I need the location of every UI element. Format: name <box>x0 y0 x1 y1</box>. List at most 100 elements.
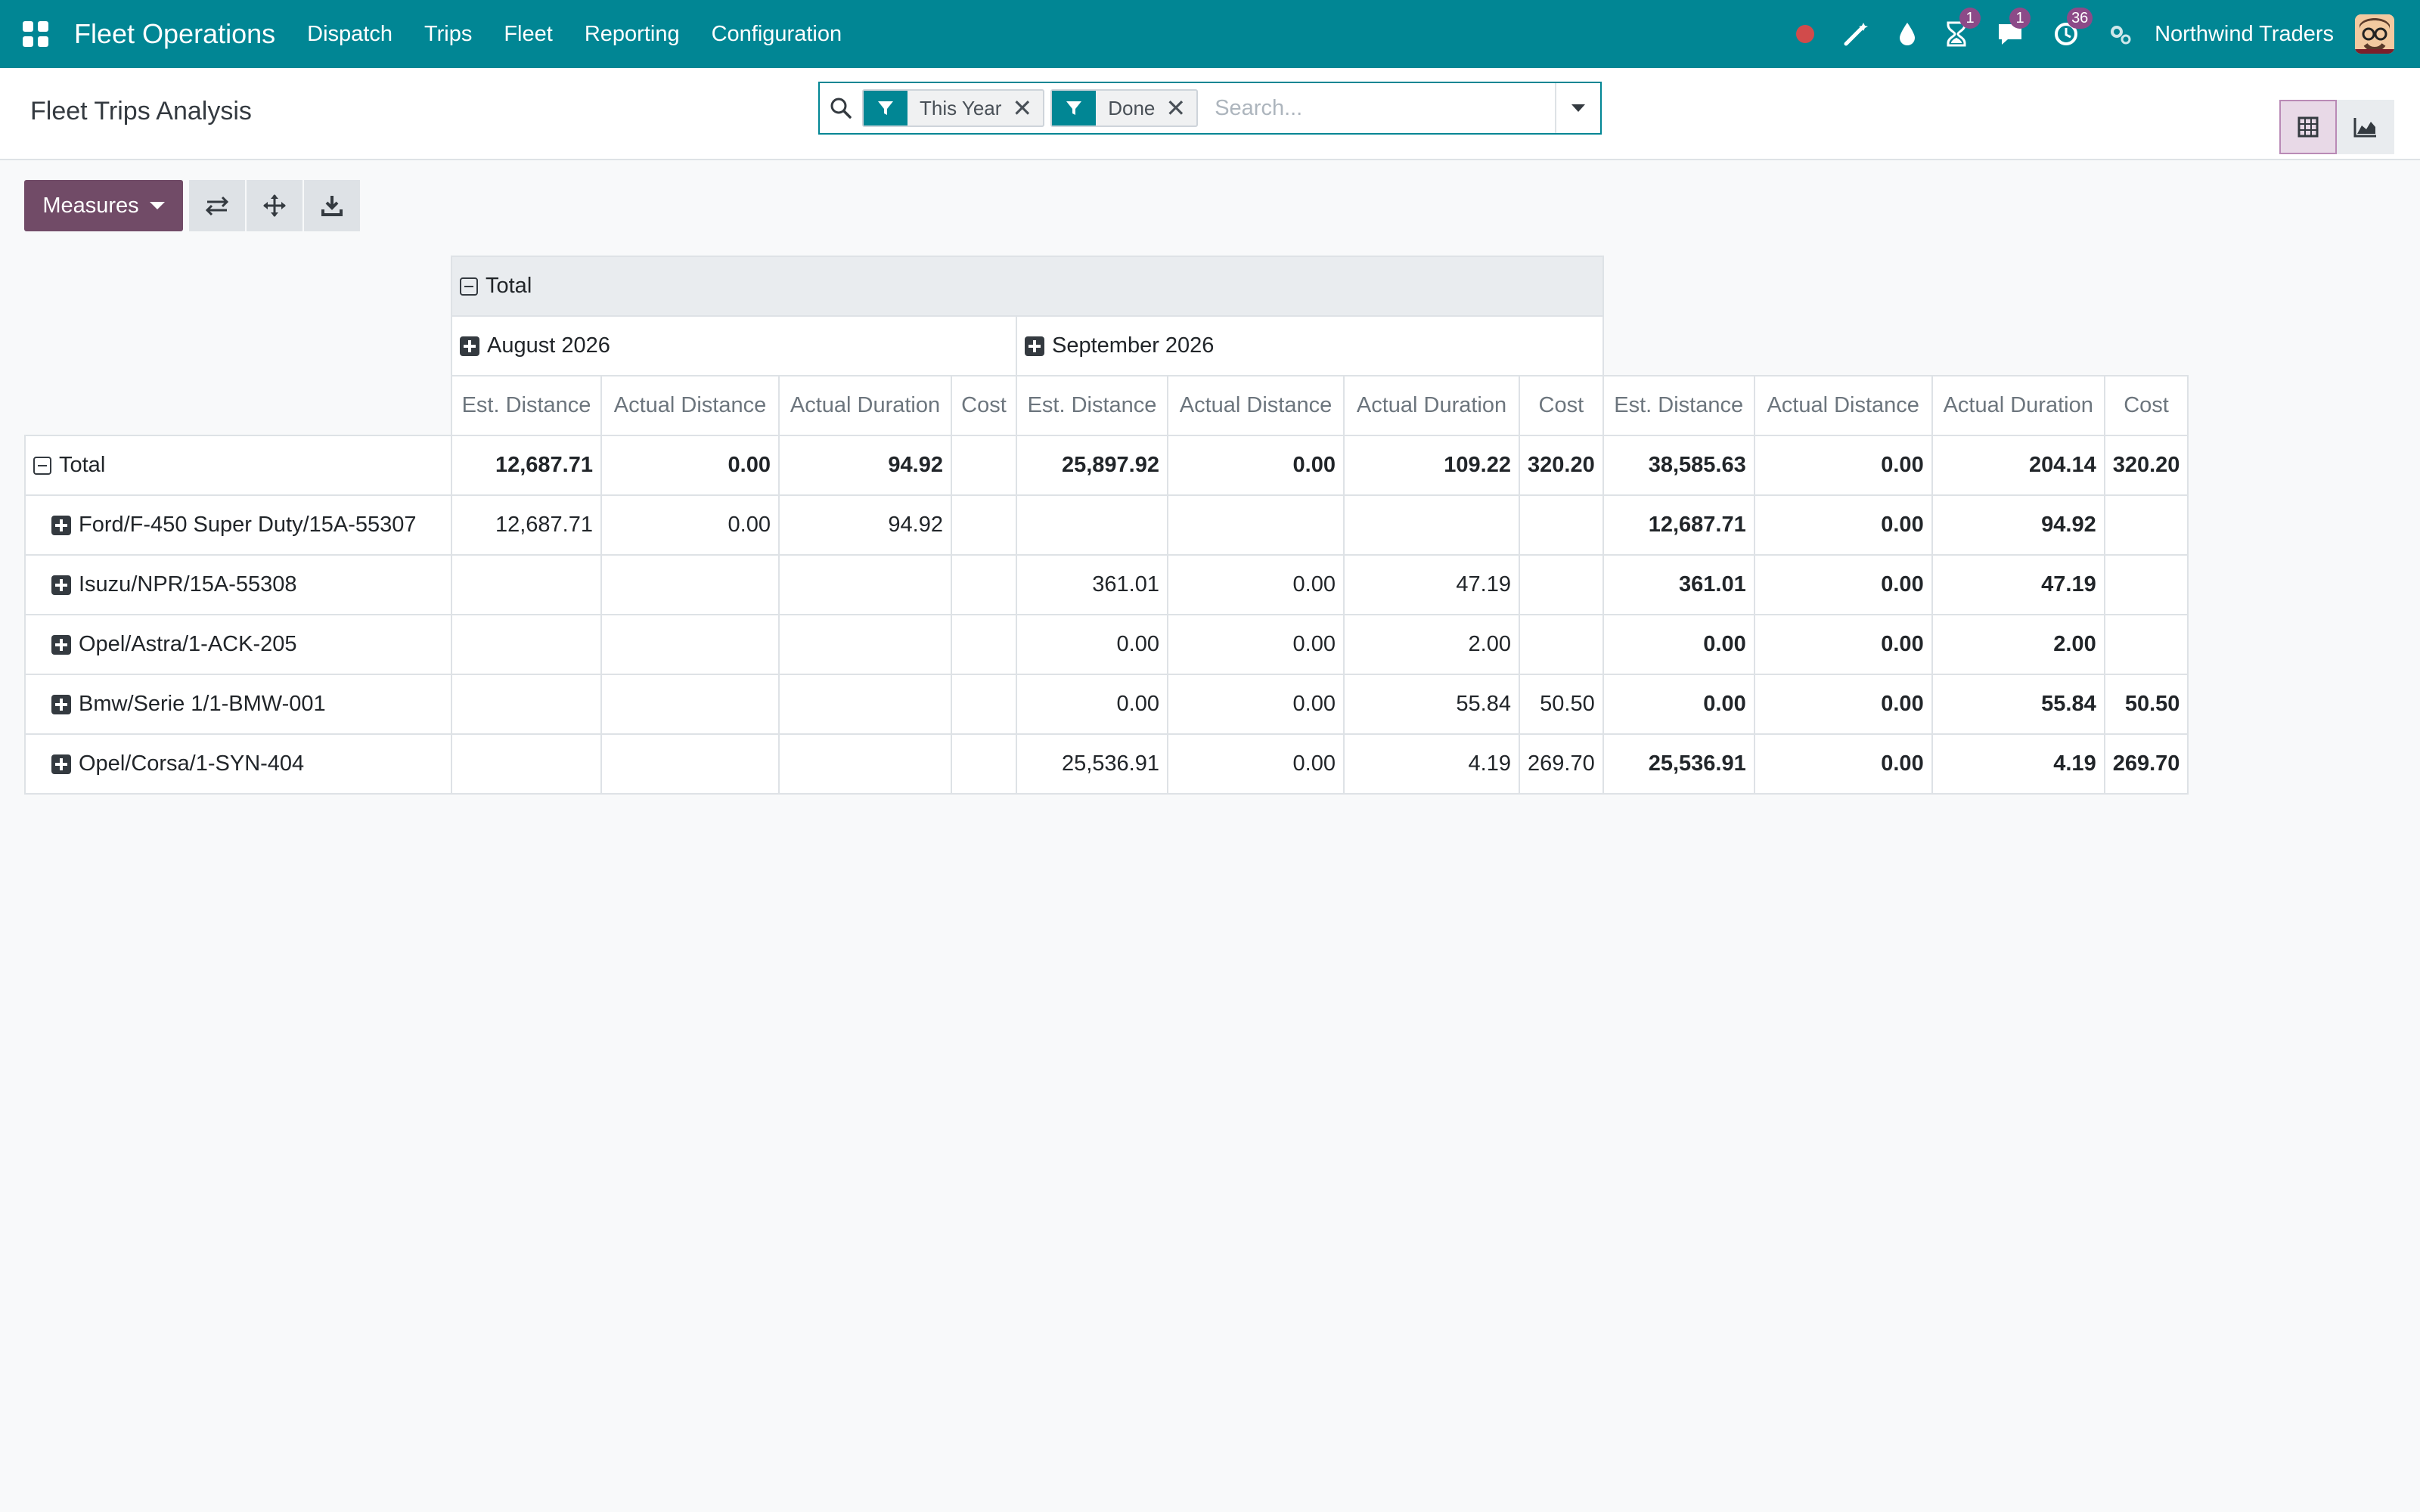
cell-value[interactable] <box>451 614 602 675</box>
row-header[interactable]: Bmw/Serie 1/1-BMW-001 <box>24 674 452 735</box>
cell-value[interactable]: 2.00 <box>1931 614 2105 675</box>
menu-fleet[interactable]: Fleet <box>504 22 552 47</box>
cell-value[interactable]: 4.19 <box>1343 733 1520 795</box>
menu-trips[interactable]: Trips <box>424 22 472 47</box>
row-header[interactable]: Ford/F-450 Super Duty/15A-55307 <box>24 494 452 556</box>
cell-value[interactable]: 0.00 <box>1753 733 1933 795</box>
cell-value[interactable]: 12,687.71 <box>1602 494 1755 556</box>
cell-value[interactable]: 0.00 <box>1753 674 1933 735</box>
col-header-september[interactable]: September 2026 <box>1016 315 1604 376</box>
search-input[interactable] <box>1204 85 1555 131</box>
measure-header[interactable]: Actual Distance <box>1167 375 1345 436</box>
cell-value[interactable]: 0.00 <box>1167 674 1345 735</box>
cell-value[interactable]: 0.00 <box>1753 614 1933 675</box>
cell-value[interactable]: 0.00 <box>1016 614 1168 675</box>
cell-value[interactable]: 0.00 <box>1167 733 1345 795</box>
measure-header[interactable]: Est. Distance <box>451 375 602 436</box>
cell-value[interactable] <box>1519 614 1604 675</box>
hourglass-icon[interactable]: 1 <box>1946 8 1981 47</box>
cell-value[interactable]: 94.92 <box>1931 494 2105 556</box>
cell-value[interactable]: 25,536.91 <box>1016 733 1168 795</box>
cell-value[interactable]: 361.01 <box>1016 554 1168 615</box>
cell-value[interactable] <box>1519 494 1604 556</box>
cell-value[interactable] <box>951 674 1017 735</box>
cell-value[interactable] <box>951 554 1017 615</box>
cell-value[interactable]: 0.00 <box>600 494 780 556</box>
cell-value[interactable] <box>2103 494 2189 556</box>
cell-value[interactable]: 50.50 <box>1519 674 1604 735</box>
col-header-total[interactable]: Total <box>451 256 1604 317</box>
cell-value[interactable]: 12,687.71 <box>451 494 602 556</box>
cell-value[interactable]: 38,585.63 <box>1602 435 1755 496</box>
cell-value[interactable]: 12,687.71 <box>451 435 602 496</box>
cell-value[interactable] <box>1519 554 1604 615</box>
cell-value[interactable] <box>778 733 952 795</box>
menu-configuration[interactable]: Configuration <box>712 22 842 47</box>
cell-value[interactable]: 55.84 <box>1931 674 2105 735</box>
cell-value[interactable] <box>951 435 1017 496</box>
col-header-august[interactable]: August 2026 <box>451 315 1017 376</box>
cell-value[interactable] <box>600 674 780 735</box>
menu-dispatch[interactable]: Dispatch <box>307 22 392 47</box>
cell-value[interactable]: 50.50 <box>2103 674 2189 735</box>
settings-icon[interactable] <box>2108 21 2133 47</box>
cell-value[interactable]: 0.00 <box>1753 435 1933 496</box>
record-icon[interactable] <box>1796 25 1815 43</box>
cell-value[interactable]: 0.00 <box>1016 674 1168 735</box>
cell-value[interactable] <box>951 733 1017 795</box>
cell-value[interactable]: 0.00 <box>1753 554 1933 615</box>
company-switcher[interactable]: Northwind Traders <box>2155 22 2334 47</box>
measure-header[interactable]: Est. Distance <box>1016 375 1168 436</box>
measure-header[interactable]: Actual Distance <box>1753 375 1933 436</box>
drop-icon[interactable] <box>1897 21 1917 47</box>
cell-value[interactable]: 47.19 <box>1343 554 1520 615</box>
cell-value[interactable]: 2.00 <box>1343 614 1520 675</box>
facet-remove-icon[interactable]: ✕ <box>1165 96 1196 120</box>
cell-value[interactable]: 0.00 <box>600 435 780 496</box>
cell-value[interactable] <box>951 494 1017 556</box>
search-bar[interactable]: This Year ✕ Done ✕ <box>818 82 1602 135</box>
cell-value[interactable] <box>600 554 780 615</box>
cell-value[interactable]: 0.00 <box>1167 435 1345 496</box>
cell-value[interactable]: 269.70 <box>2103 733 2189 795</box>
cell-value[interactable]: 0.00 <box>1602 614 1755 675</box>
measure-header[interactable]: Cost <box>951 375 1017 436</box>
cell-value[interactable]: 361.01 <box>1602 554 1755 615</box>
cell-value[interactable]: 25,536.91 <box>1602 733 1755 795</box>
row-header[interactable]: Opel/Corsa/1-SYN-404 <box>24 733 452 795</box>
measure-header[interactable]: Actual Distance <box>600 375 780 436</box>
flip-axis-button[interactable] <box>189 180 245 231</box>
menu-reporting[interactable]: Reporting <box>585 22 680 47</box>
cell-value[interactable]: 0.00 <box>1167 614 1345 675</box>
cell-value[interactable] <box>778 614 952 675</box>
cell-value[interactable] <box>451 554 602 615</box>
chat-icon[interactable]: 1 <box>1996 8 2031 47</box>
cell-value[interactable]: 204.14 <box>1931 435 2105 496</box>
magic-wand-icon[interactable] <box>1843 21 1869 47</box>
measure-header[interactable]: Actual Duration <box>778 375 952 436</box>
cell-value[interactable]: 0.00 <box>1753 494 1933 556</box>
cell-value[interactable] <box>778 554 952 615</box>
row-header[interactable]: Opel/Astra/1-ACK-205 <box>24 614 452 675</box>
cell-value[interactable]: 47.19 <box>1931 554 2105 615</box>
cell-value[interactable] <box>451 733 602 795</box>
cell-value[interactable]: 0.00 <box>1167 554 1345 615</box>
cell-value[interactable] <box>1343 494 1520 556</box>
cell-value[interactable]: 109.22 <box>1343 435 1520 496</box>
cell-value[interactable]: 320.20 <box>1519 435 1604 496</box>
facet-remove-icon[interactable]: ✕ <box>1012 96 1043 120</box>
cell-value[interactable] <box>600 733 780 795</box>
download-button[interactable] <box>304 180 360 231</box>
cell-value[interactable] <box>1016 494 1168 556</box>
row-header-total[interactable]: Total <box>24 435 452 496</box>
apps-grid-icon[interactable] <box>23 21 48 47</box>
graph-view-button[interactable] <box>2337 100 2394 154</box>
expand-all-button[interactable] <box>247 180 302 231</box>
cell-value[interactable] <box>2103 614 2189 675</box>
cell-value[interactable] <box>778 674 952 735</box>
measure-header[interactable]: Actual Duration <box>1931 375 2105 436</box>
measure-header[interactable]: Actual Duration <box>1343 375 1520 436</box>
cell-value[interactable]: 94.92 <box>778 494 952 556</box>
clock-icon[interactable]: 36 <box>2053 8 2093 47</box>
search-options-toggle[interactable] <box>1555 83 1600 133</box>
